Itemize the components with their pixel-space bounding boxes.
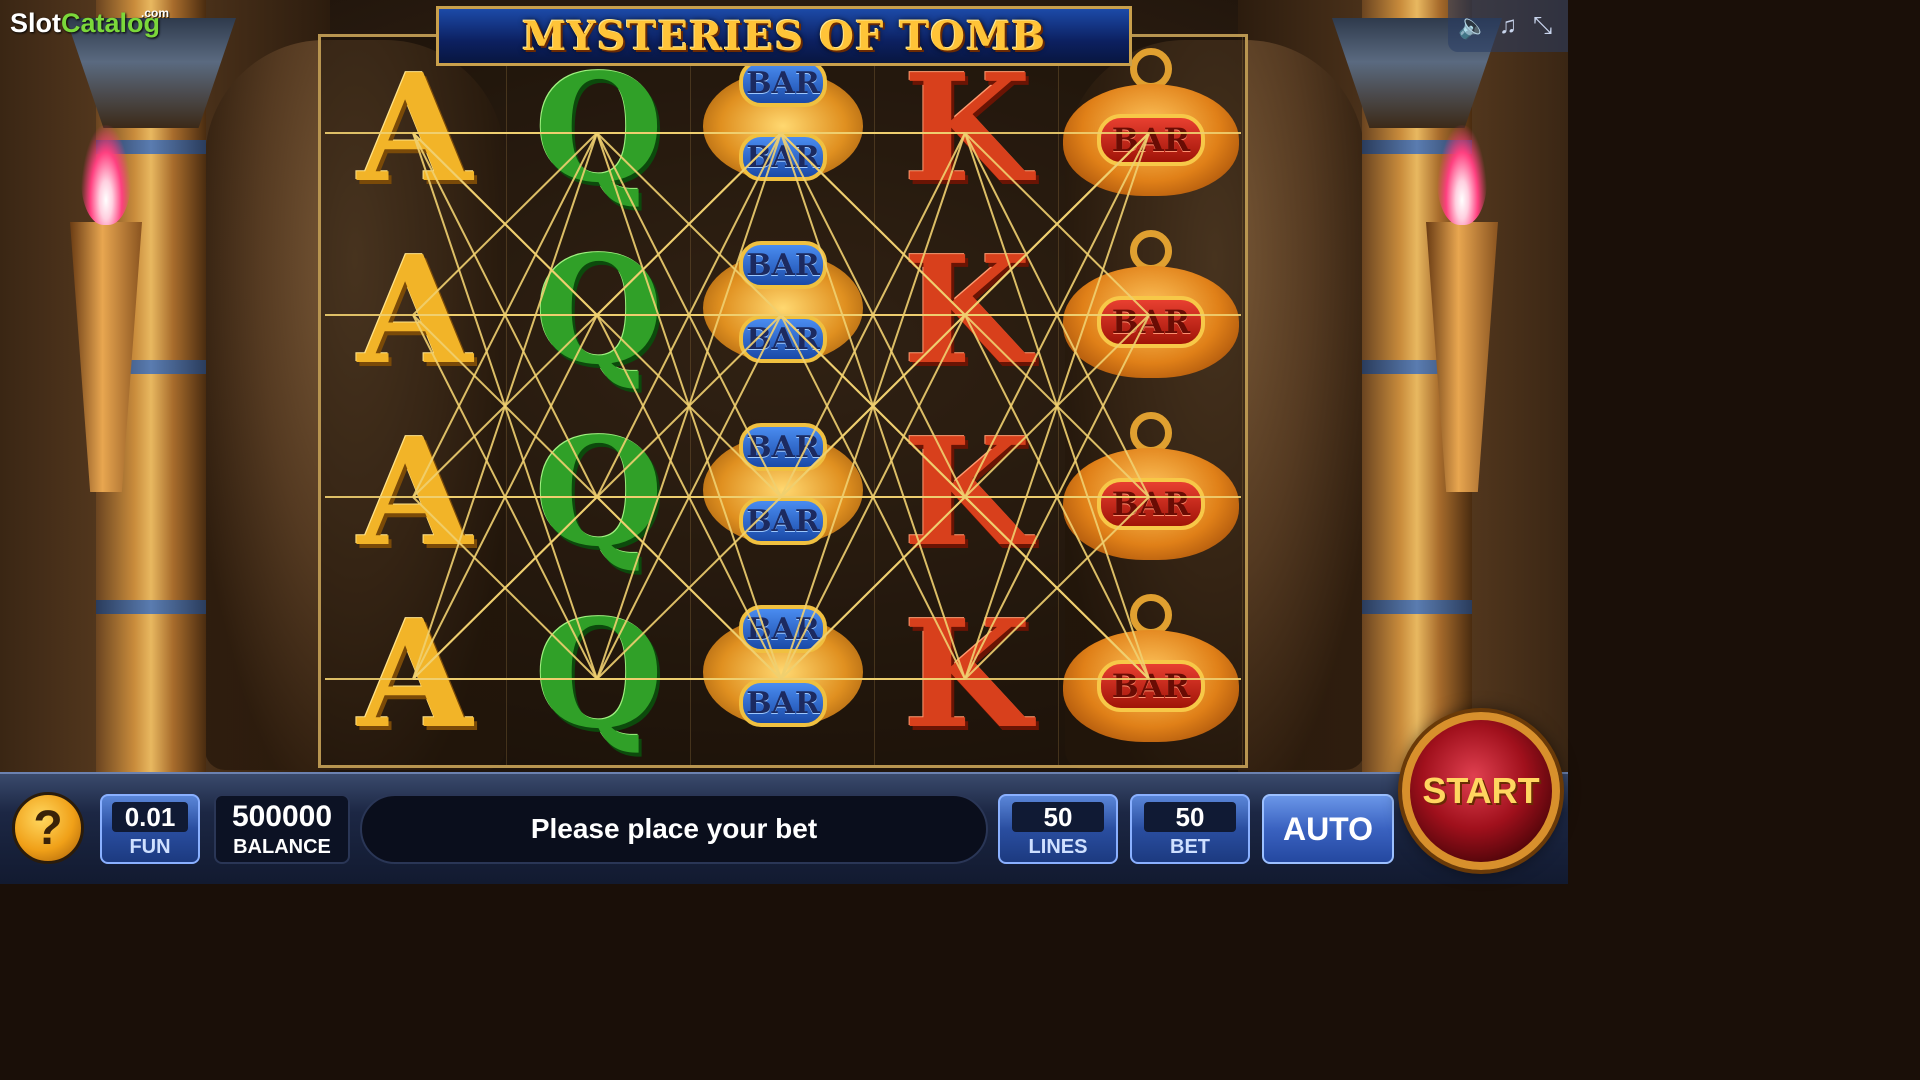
reel-4: KKKK	[875, 37, 1059, 765]
symbol-letter-k: K	[902, 223, 1032, 397]
lines-label: LINES	[1028, 835, 1088, 858]
symbol-letter-k: K	[902, 41, 1032, 215]
bar-label: BAR	[739, 241, 827, 289]
bar-blue-emblem: BAR BAR	[703, 599, 863, 749]
symbol-q: Q	[507, 401, 691, 583]
reel-3: BAR BAR BAR BAR BAR BAR BAR BAR	[691, 37, 875, 765]
symbol-letter-a: A	[357, 41, 473, 215]
symbol-letter-k: K	[902, 405, 1032, 579]
bar-label: BAR	[1097, 478, 1205, 530]
symbol-k: K	[875, 401, 1059, 583]
question-icon: ?	[33, 801, 63, 855]
bar-label: BAR	[739, 605, 827, 653]
lines-value: 50	[1011, 801, 1105, 832]
symbol-letter-a: A	[357, 405, 473, 579]
symbol-letter-a: A	[357, 587, 473, 761]
bar-label: BAR	[1097, 296, 1205, 348]
symbol-a: A	[323, 583, 507, 765]
reel-5: BAR BAR BAR BAR	[1059, 37, 1243, 765]
game-title-banner: MYSTERIES OF TOMB	[436, 6, 1132, 66]
bar-blue-emblem: BAR BAR	[703, 53, 863, 203]
symbol-a: A	[323, 219, 507, 401]
minimize-icon[interactable]: ⤡	[1528, 12, 1558, 40]
symbol-letter-q: Q	[534, 587, 664, 761]
status-message: Please place your bet	[530, 813, 818, 844]
symbol-bar-blue: BAR BAR	[691, 219, 875, 401]
symbol-bar-red: BAR	[1059, 583, 1243, 765]
watermark-suffix: .com	[141, 6, 170, 20]
balance-value: 500000	[231, 799, 333, 833]
reel-1: AAAA	[323, 37, 507, 765]
balance-label: BALANCE	[233, 835, 331, 858]
bar-red-emblem: BAR	[1063, 48, 1239, 208]
bar-red-emblem: BAR	[1063, 594, 1239, 754]
coin-value-button[interactable]: 0.01 FUN	[100, 794, 200, 864]
flame-left	[81, 125, 131, 225]
bar-label: BAR	[1097, 660, 1205, 712]
symbol-letter-a: A	[357, 223, 473, 397]
bar-label: BAR	[739, 497, 827, 545]
symbol-q: Q	[507, 583, 691, 765]
reel-2: QQQQ	[507, 37, 691, 765]
symbol-k: K	[875, 583, 1059, 765]
symbol-letter-k: K	[902, 587, 1032, 761]
symbol-bar-blue: BAR BAR	[691, 583, 875, 765]
bar-blue-emblem: BAR BAR	[703, 417, 863, 567]
symbol-q: Q	[507, 219, 691, 401]
watermark-logo: SlotCatalog .com	[10, 6, 169, 39]
symbol-bar-blue: BAR BAR	[691, 401, 875, 583]
symbol-bar-red: BAR	[1059, 219, 1243, 401]
system-controls: 🔈 ♫ ⤡	[1448, 0, 1568, 52]
bet-button[interactable]: 50 BET	[1130, 794, 1250, 864]
bar-label: BAR	[1097, 114, 1205, 166]
auto-spin-button[interactable]: AUTO	[1262, 794, 1394, 864]
bar-red-emblem: BAR	[1063, 230, 1239, 390]
watermark-text: SlotCatalog	[10, 8, 160, 38]
sound-icon[interactable]: 🔈	[1458, 12, 1488, 41]
lines-button[interactable]: 50 LINES	[998, 794, 1118, 864]
bet-label: BET	[1170, 835, 1210, 858]
bar-label: BAR	[739, 679, 827, 727]
bar-label: BAR	[739, 423, 827, 471]
symbol-k: K	[875, 219, 1059, 401]
auto-label: AUTO	[1282, 810, 1374, 847]
start-spin-button[interactable]: START	[1402, 712, 1560, 870]
bet-value: 50	[1143, 801, 1237, 832]
start-label: START	[1422, 770, 1540, 811]
music-icon[interactable]: ♫	[1493, 12, 1523, 40]
coin-label: FUN	[129, 835, 171, 858]
symbol-letter-q: Q	[534, 41, 664, 215]
watermark-main: Slot	[10, 8, 61, 38]
coin-value: 0.01	[111, 801, 189, 832]
symbol-letter-q: Q	[534, 223, 664, 397]
symbol-a: A	[323, 401, 507, 583]
bar-red-emblem: BAR	[1063, 412, 1239, 572]
help-button[interactable]: ?	[12, 792, 84, 864]
bar-label: BAR	[739, 133, 827, 181]
reel-grid: A A A A Q Q Q Q BAR BAR BAR BAR BAR BAR BAR BAR K K K K BAR B…	[318, 34, 1248, 768]
game-title: MYSTERIES OF TOMB	[521, 12, 1047, 60]
bar-label: BAR	[739, 59, 827, 107]
status-message-box: Please place your bet	[360, 794, 988, 864]
symbol-letter-q: Q	[534, 405, 664, 579]
symbol-bar-red: BAR	[1059, 401, 1243, 583]
balance-display: 500000 BALANCE	[214, 794, 350, 864]
bar-label: BAR	[739, 315, 827, 363]
bar-blue-emblem: BAR BAR	[703, 235, 863, 385]
flame-right	[1437, 125, 1487, 225]
